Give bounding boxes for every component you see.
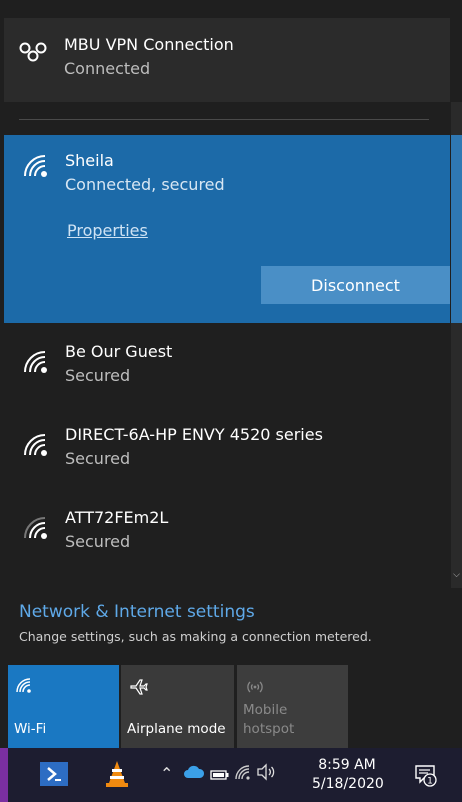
network-item[interactable]: Be Our Guest Secured	[4, 338, 450, 408]
taskbar: ⌃ 8:59 AM 5/18/2020 1	[0, 748, 462, 802]
powershell-icon[interactable]	[40, 762, 68, 786]
network-item-selected[interactable]: Sheila Connected, secured Properties Dis…	[4, 135, 450, 323]
properties-link[interactable]: Properties	[67, 221, 148, 240]
disconnect-button[interactable]: Disconnect	[261, 266, 450, 304]
clock-date: 5/18/2020	[312, 776, 384, 792]
wifi-secured-icon	[22, 348, 50, 378]
hotspot-icon	[244, 677, 266, 701]
wifi-secured-icon	[22, 431, 50, 461]
scroll-down-arrow-icon[interactable]: ⌵	[451, 570, 462, 584]
clock-time: 8:59 AM	[318, 757, 376, 773]
wifi-weak-secured-icon	[22, 514, 50, 544]
mobile-hotspot-tile[interactable]: Mobile hotspot	[237, 665, 348, 748]
network-name: Be Our Guest	[65, 342, 173, 361]
wifi-toggle-tile[interactable]: Wi-Fi	[8, 665, 119, 748]
wifi-secured-icon	[22, 152, 50, 182]
network-tray-icon[interactable]	[234, 764, 252, 784]
network-status: Secured	[65, 532, 131, 551]
airplane-mode-tile[interactable]: Airplane mode	[121, 665, 234, 748]
network-status: Secured	[65, 366, 131, 385]
vpn-name: MBU VPN Connection	[64, 35, 234, 54]
tile-label-line1: Mobile	[243, 702, 288, 718]
wifi-icon	[15, 677, 33, 697]
vpn-connection-item[interactable]: MBU VPN Connection Connected	[4, 18, 450, 102]
network-settings-link[interactable]: Network & Internet settings	[19, 602, 255, 622]
tile-label: Mobile hotspot	[243, 701, 294, 739]
scrollbar-thumb[interactable]	[451, 135, 462, 323]
network-name: ATT72FEm2L	[65, 508, 169, 527]
vpn-status: Connected	[64, 59, 151, 78]
network-flyout: MBU VPN Connection Connected Sheila Conn…	[0, 0, 462, 748]
network-status: Connected, secured	[65, 175, 225, 194]
action-center-icon[interactable]: 1	[414, 763, 438, 791]
network-settings-description: Change settings, such as making a connec…	[19, 629, 372, 644]
onedrive-icon[interactable]	[183, 764, 205, 783]
network-item[interactable]: DIRECT-6A-HP ENVY 4520 series Secured	[4, 421, 450, 491]
airplane-icon	[128, 677, 148, 701]
tile-label: Wi-Fi	[14, 721, 47, 737]
battery-icon[interactable]	[210, 766, 230, 785]
tile-label-line2: hotspot	[243, 721, 295, 737]
tile-label: Airplane mode	[127, 721, 226, 737]
network-item[interactable]: ATT72FEm2L Secured	[4, 504, 450, 574]
notification-count: 1	[427, 777, 433, 787]
taskbar-app-edge[interactable]	[0, 748, 8, 802]
network-status: Secured	[65, 449, 131, 468]
show-hidden-icons-icon[interactable]: ⌃	[160, 764, 173, 783]
section-divider	[19, 119, 429, 120]
network-name: Sheila	[65, 151, 114, 170]
network-name: DIRECT-6A-HP ENVY 4520 series	[65, 425, 323, 444]
vlc-icon[interactable]	[104, 759, 130, 793]
vpn-icon	[18, 40, 48, 66]
volume-icon[interactable]	[256, 763, 276, 785]
clock[interactable]: 8:59 AM 5/18/2020	[312, 756, 384, 794]
